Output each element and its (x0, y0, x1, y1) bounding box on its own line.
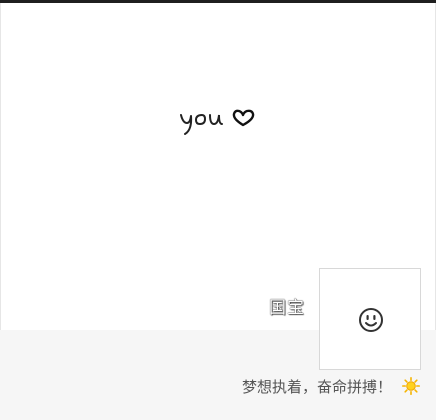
avatar[interactable] (319, 268, 421, 370)
username[interactable]: 国宝 (269, 293, 305, 318)
signature-text: 梦想执着，奋命拼搏！ (241, 378, 392, 396)
you-heart-doodle-icon (173, 103, 263, 137)
smiley-face-icon (359, 308, 383, 332)
sun-icon (402, 377, 421, 396)
